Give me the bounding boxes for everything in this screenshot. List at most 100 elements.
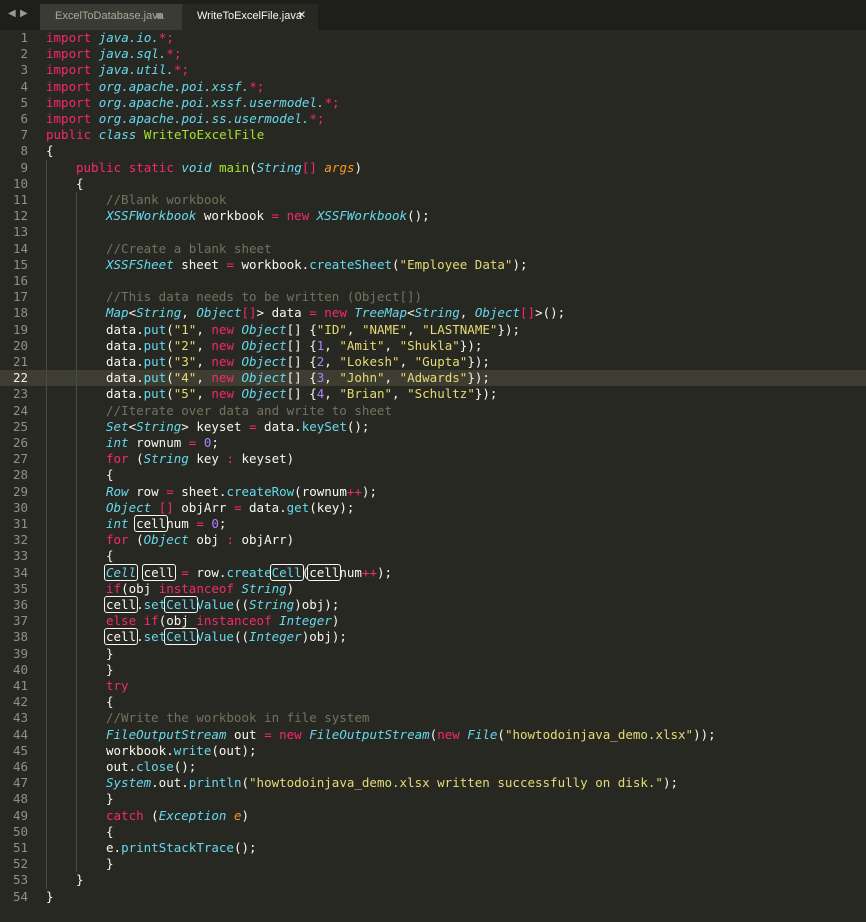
code-token: ); [662, 775, 678, 791]
code-token: ) [331, 613, 340, 629]
code-token: , [384, 370, 400, 386]
code-line[interactable]: 39} [0, 645, 866, 662]
code-line[interactable]: 29 Row row = sheet.createRow(rownum++); [0, 483, 866, 500]
code-line[interactable]: 14 //Create a blank sheet [0, 240, 866, 257]
code-line[interactable]: 20 data.put("2", new Object[] {1, "Amit",… [0, 337, 866, 354]
code-line[interactable]: 18 Map<String, Object[]> data = new TreeM… [0, 305, 866, 322]
code-line[interactable]: 36 cell.setCellValue((String)obj); [0, 596, 866, 614]
code-line[interactable]: 7 public class WriteToExcelFile [0, 127, 866, 143]
code-line[interactable]: 51 e.printStackTrace(); [0, 840, 866, 857]
tab-exceltodatabase[interactable]: ExcelToDatabase.java [40, 4, 186, 30]
code-text: } [106, 662, 114, 678]
code-line[interactable]: 13 [0, 224, 866, 241]
code-line[interactable]: 54} [0, 889, 866, 905]
line-number: 18 [12, 305, 28, 321]
code-line[interactable]: 46 out.close(); [0, 759, 866, 776]
code-line[interactable]: 52} [0, 856, 866, 873]
code-line[interactable]: 9 public static void main(String[] args) [0, 159, 866, 176]
code-token: (out); [211, 742, 257, 758]
indent-guide [76, 840, 77, 857]
code-line[interactable]: 22 data.put("4", new Object[] {3, "John",… [0, 370, 866, 387]
code-token: , [346, 321, 362, 337]
indent-guide [46, 370, 47, 387]
code-token: new [286, 208, 310, 224]
code-token: "Amit" [339, 337, 385, 353]
code-line[interactable]: 8{ [0, 143, 866, 159]
code-token: put [143, 321, 167, 337]
line-number: 25 [12, 418, 28, 434]
code-token: //This data needs to be written (Object[… [106, 289, 423, 305]
code-line[interactable]: 10 { [0, 175, 866, 192]
code-line[interactable]: 19 data.put("1", new Object[] {"ID", "NAM… [0, 321, 866, 338]
code-line[interactable]: 5 import org.apache.poi.xssf.usermodel.*; [0, 95, 866, 111]
code-token: createRow [226, 483, 295, 499]
code-line[interactable]: 21 data.put("3", new Object[] {2, "Lokesh… [0, 354, 866, 371]
code-line[interactable]: 28 { [0, 467, 866, 484]
unsaved-dot-icon[interactable] [156, 13, 162, 19]
code-line[interactable]: 17 //This data needs to be written (Objec… [0, 289, 866, 306]
triangle-right-icon[interactable]: ▶ [20, 8, 28, 19]
indent-guide [46, 629, 47, 646]
code-line[interactable]: 45 workbook.write(out); [0, 742, 866, 759]
code-text: import org.apache.poi.ss.usermodel.*; [46, 111, 324, 127]
code-token: set [143, 629, 167, 645]
indent-guide [76, 532, 77, 549]
code-line[interactable]: 16 [0, 273, 866, 290]
code-token: FileOutputStream [106, 726, 227, 742]
code-line[interactable]: 27 for (String key : keyset) [0, 451, 866, 468]
code-token: new [211, 321, 234, 337]
code-line[interactable]: 30 Object [] objArr = data.get(key); [0, 499, 866, 516]
code-line[interactable]: 26 int rownum = 0; [0, 435, 866, 452]
code-token: obj [188, 532, 227, 548]
code-line[interactable]: 47 System.out.println("howtodoinjava_demo… [0, 775, 866, 792]
code-line[interactable]: 34 Cell cell = row.createCell(cellnum++); [0, 563, 866, 581]
tab-writetoexcelfile[interactable]: WriteToExcelFile.java ✕ [182, 4, 318, 30]
code-line[interactable]: 43 //Write the workbook in file system [0, 710, 866, 727]
indent-guide [76, 726, 77, 743]
code-line[interactable]: 35 if(obj instanceof String) [0, 580, 866, 597]
code-line[interactable]: 49 catch (Exception e) [0, 807, 866, 824]
code-text: System.out.println("howtodoinjava_demo.x… [106, 775, 678, 791]
code-line[interactable]: 33 { [0, 548, 866, 565]
code-line[interactable]: 3 import java.util.*; [0, 62, 866, 78]
code-line[interactable]: 1 import java.io.*; [0, 30, 866, 46]
indent-guide [76, 580, 77, 597]
code-editor[interactable]: 1 import java.io.*; 2 import java.sql.*; 3 im… [0, 30, 866, 922]
code-line[interactable]: 24 //Iterate over data and write to sheet [0, 402, 866, 419]
indent-guide [46, 710, 47, 727]
code-token: org.apache.poi.xssf. [98, 78, 250, 94]
code-line[interactable]: 37 else if(obj instanceof Integer) [0, 613, 866, 630]
code-line[interactable]: 50 { [0, 823, 866, 840]
code-line[interactable]: 53} [0, 872, 866, 889]
code-line[interactable]: 4 import org.apache.poi.xssf.*; [0, 79, 866, 95]
code-line[interactable]: 25 Set<String> keyset = data.keySet(); [0, 418, 866, 435]
code-token: objArr [173, 499, 234, 515]
triangle-left-icon[interactable]: ◀ [8, 8, 16, 19]
code-line[interactable]: 40} [0, 661, 866, 678]
code-line[interactable]: 44 FileOutputStream out = new FileOutputS… [0, 726, 866, 743]
code-token: "Employee Data" [399, 256, 513, 272]
code-line[interactable]: 2 import java.sql.*; [0, 46, 866, 62]
code-text: XSSFSheet sheet = workbook.createSheet("… [106, 257, 528, 273]
code-line[interactable]: 31 int cellnum = 0; [0, 515, 866, 533]
code-token: args [324, 159, 355, 175]
code-line[interactable]: 32 for (Object obj : objArr) [0, 532, 866, 549]
code-token: { [106, 694, 114, 710]
code-line[interactable]: 6 import org.apache.poi.ss.usermodel.*; [0, 111, 866, 127]
code-line[interactable]: 41 try [0, 678, 866, 695]
code-line[interactable]: 23 data.put("5", new Object[] {4, "Brian"… [0, 386, 866, 403]
code-line[interactable]: 38 cell.setCellValue((Integer)obj); [0, 628, 866, 646]
code-line[interactable]: 12 XSSFWorkbook workbook = new XSSFWorkbo… [0, 208, 866, 225]
code-line[interactable]: 48} [0, 791, 866, 808]
code-line[interactable]: 15 XSSFSheet sheet = workbook.createSheet… [0, 256, 866, 273]
close-icon[interactable]: ✕ [298, 4, 306, 28]
code-token: class [98, 127, 137, 143]
code-line[interactable]: 11 //Blank workbook [0, 192, 866, 209]
indent-guide [76, 370, 77, 387]
code-line[interactable]: 42 { [0, 694, 866, 711]
code-token: Row [106, 483, 129, 499]
line-number: 39 [12, 645, 28, 661]
indent-guide [46, 159, 47, 176]
